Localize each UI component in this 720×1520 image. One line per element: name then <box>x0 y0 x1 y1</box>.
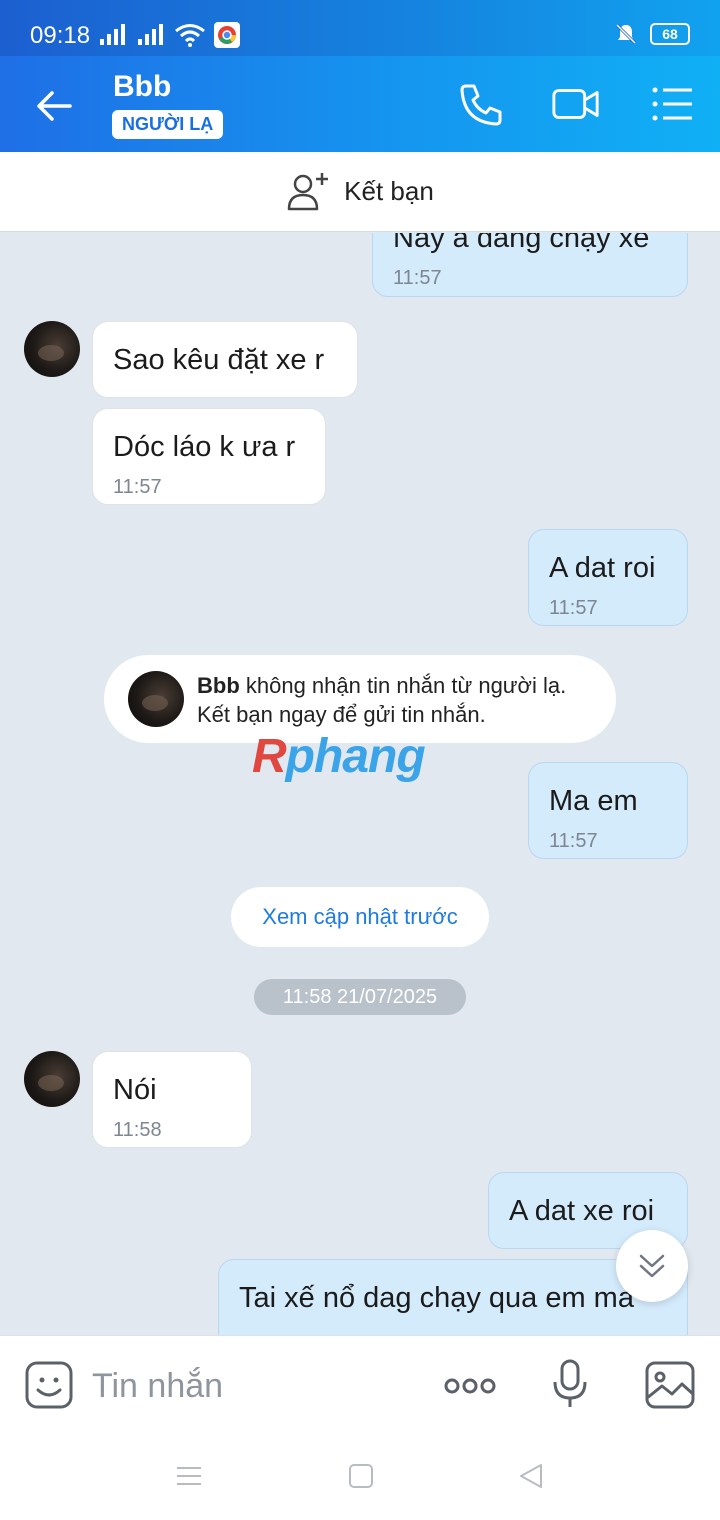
chat-header: 09:18 68 Bbb NGƯỜI LẠ <box>0 0 720 152</box>
chat-area[interactable]: Nay a đang chạy xe 11:57 Sao kêu đặt xe … <box>0 233 720 1335</box>
sticker-icon[interactable] <box>24 1360 74 1412</box>
battery-indicator: 68 <box>650 23 690 45</box>
message-composer <box>0 1335 720 1435</box>
message-text: Sao kêu đặt xe r <box>113 344 325 376</box>
back-triangle-icon[interactable] <box>518 1463 544 1489</box>
message-text: Dóc láo k ưa r <box>113 431 296 463</box>
notice-line2: Kết bạn ngay để gửi tin nhắn. <box>197 702 486 727</box>
signal-icon <box>100 24 125 45</box>
message-time: 11:57 <box>549 597 598 619</box>
message-text: Nói <box>113 1074 157 1106</box>
contact-name[interactable]: Bbb <box>113 70 171 104</box>
contact-avatar[interactable] <box>24 1051 80 1107</box>
image-gallery-icon[interactable] <box>644 1360 696 1410</box>
message-bubble-out[interactable]: Nay a đang chạy xe 11:57 <box>372 233 688 297</box>
message-bubble-out[interactable]: A dat roi 11:57 <box>528 529 688 626</box>
status-right: 68 <box>614 22 690 46</box>
wifi-icon <box>175 24 205 47</box>
chrome-icon <box>214 22 240 48</box>
scroll-to-bottom-button[interactable] <box>616 1230 688 1302</box>
phone-call-icon[interactable] <box>456 80 506 128</box>
watermark-rest: phang <box>285 730 426 783</box>
chevron-double-down-icon <box>639 1254 665 1278</box>
message-bubble-out[interactable]: Ma em 11:57 <box>528 762 688 859</box>
message-input[interactable] <box>92 1364 412 1408</box>
notice-line1: không nhận tin nhắn từ người lạ. <box>239 673 567 698</box>
message-text: Ma em <box>549 785 638 817</box>
home-icon[interactable] <box>348 1463 374 1489</box>
message-time: 11:57 <box>393 267 442 289</box>
message-time: 11:57 <box>113 476 162 498</box>
status-time: 09:18 <box>30 22 91 49</box>
message-bubble-in[interactable]: Nói 11:58 <box>92 1051 252 1148</box>
bell-muted-icon <box>615 23 637 45</box>
message-text: A dat roi <box>549 552 656 584</box>
notice-avatar <box>128 671 184 727</box>
add-friend-icon <box>287 172 329 210</box>
recent-apps-icon[interactable] <box>176 1463 202 1489</box>
watermark-logo: Rphang <box>252 729 426 784</box>
notice-text: Bbb không nhận tin nhắn từ người lạ. Kết… <box>197 671 566 729</box>
message-text: Tai xế nổ dag chạy qua em ma <box>239 1282 634 1314</box>
message-bubble-in[interactable]: Sao kêu đặt xe r <box>92 321 358 398</box>
add-friend-label: Kết bạn <box>344 176 434 206</box>
message-text: Nay a đang chạy xe <box>393 233 650 254</box>
status-icons <box>98 22 240 48</box>
date-separator: 11:58 21/07/2025 <box>254 979 466 1015</box>
stranger-badge: NGƯỜI LẠ <box>112 110 224 139</box>
load-previous-button[interactable]: Xem cập nhật trước <box>231 887 489 947</box>
contact-avatar[interactable] <box>24 321 80 377</box>
system-nav-bar <box>0 1435 720 1520</box>
back-arrow-icon[interactable] <box>32 84 76 128</box>
status-bar: 09:18 68 <box>0 0 720 56</box>
more-options-icon[interactable] <box>442 1376 498 1396</box>
microphone-icon[interactable] <box>550 1358 590 1410</box>
add-friend-bar[interactable]: Kết bạn <box>0 152 720 232</box>
menu-list-icon[interactable] <box>648 80 698 128</box>
message-time: 11:58 <box>113 1119 162 1141</box>
signal-icon-2 <box>138 24 163 45</box>
notice-name: Bbb <box>197 673 240 698</box>
video-call-icon[interactable] <box>551 80 601 128</box>
message-bubble-in[interactable]: Dóc láo k ưa r 11:57 <box>92 408 326 505</box>
message-time: 11:57 <box>549 830 598 852</box>
watermark-first: R <box>252 730 287 783</box>
message-text: A dat xe roi <box>509 1195 655 1227</box>
